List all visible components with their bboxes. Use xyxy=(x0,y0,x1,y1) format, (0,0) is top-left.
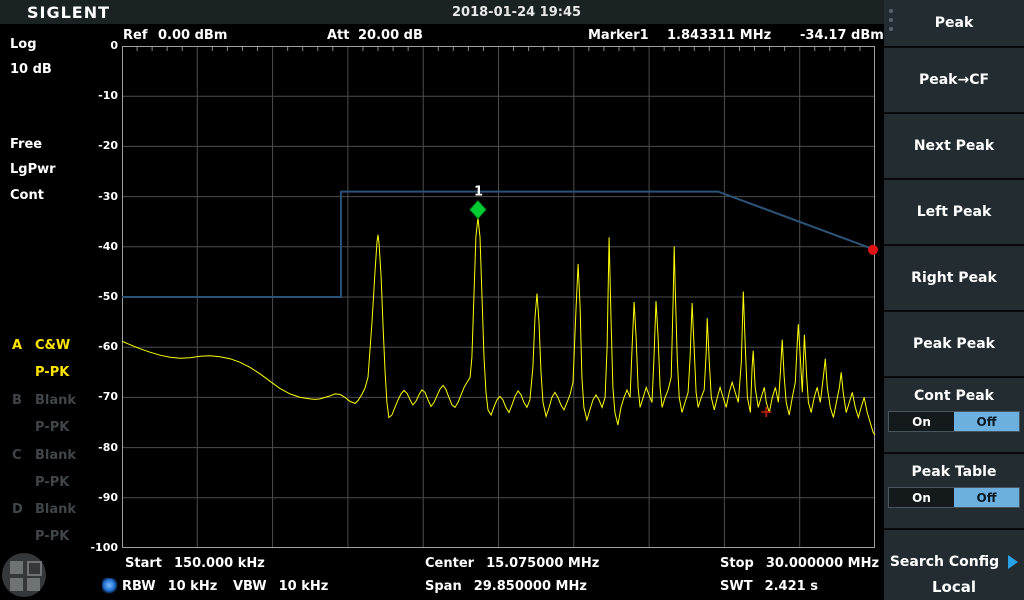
cont-peak-off-option[interactable]: Off xyxy=(954,412,1019,431)
marker1-diamond[interactable] xyxy=(470,201,486,219)
softkey-label: Peak→CF xyxy=(919,72,989,88)
center-label: Center xyxy=(425,556,474,571)
y-tick-label: -80 xyxy=(70,441,118,454)
trace-mode: C&W xyxy=(35,338,70,353)
y-tick-label: -20 xyxy=(70,139,118,152)
y-tick-label: -50 xyxy=(70,290,118,303)
vbw-label: VBW xyxy=(233,579,267,594)
softkey-label: Peak Table xyxy=(912,464,997,480)
vbw-value: 10 kHz xyxy=(279,579,329,594)
softkey-peak-table[interactable]: Peak Table OnOff xyxy=(884,454,1024,528)
att-value[interactable]: 20.00 dB xyxy=(358,28,423,43)
softkey-cont-peak[interactable]: Cont Peak OnOff xyxy=(884,378,1024,452)
softkey-label: Peak xyxy=(935,15,974,31)
y-tick-label: -30 xyxy=(70,190,118,203)
limit-end-dot xyxy=(868,245,878,255)
brand-logo: SIGLENT xyxy=(27,3,110,22)
peak-table-toggle: OnOff xyxy=(888,487,1020,508)
trace-id: A xyxy=(12,338,35,353)
trace-a-status: AC&W P-PK xyxy=(12,338,70,392)
softkey-label: Search Config xyxy=(890,554,999,570)
trace-d-status: DBlankP-PK xyxy=(12,502,76,556)
analyzer-screen: SIGLENT 2018-01-24 19:45 Ref 0.00 dBm At… xyxy=(0,0,1024,600)
center-freq-readout[interactable]: Center 15.075000 MHz xyxy=(425,556,599,571)
submenu-arrow-icon xyxy=(1008,555,1018,569)
y-tick-label: 0 xyxy=(70,39,118,52)
trace-mode: Blank xyxy=(35,502,76,517)
span-value: 29.850000 MHz xyxy=(474,579,587,594)
swt-readout[interactable]: SWT 2.421 s xyxy=(720,579,818,594)
softkey-left-peak[interactable]: Left Peak xyxy=(884,180,1024,244)
start-freq-readout[interactable]: Start 150.000 kHz xyxy=(125,556,265,571)
marker1-number-label: 1 xyxy=(474,185,483,200)
scale-type-label[interactable]: Log xyxy=(10,37,37,52)
softkey-right-peak[interactable]: Right Peak xyxy=(884,246,1024,310)
top-bar: SIGLENT 2018-01-24 19:45 xyxy=(0,0,884,24)
swt-value: 2.421 s xyxy=(765,579,818,594)
y-tick-label: -90 xyxy=(70,491,118,504)
cont-peak-toggle: OnOff xyxy=(888,411,1020,432)
trace-detector: P-PK xyxy=(12,475,76,502)
span-readout[interactable]: Span 29.850000 MHz xyxy=(425,579,587,594)
start-value: 150.000 kHz xyxy=(174,556,265,571)
rbw-readout[interactable]: RBW 10 kHz xyxy=(122,579,217,594)
peak-table-on-option[interactable]: On xyxy=(889,488,954,507)
softkey-label: Peak Peak xyxy=(913,336,995,352)
rbw-indicator-dot xyxy=(102,578,118,594)
menu-dots-icon xyxy=(889,9,893,31)
vbw-readout[interactable]: VBW 10 kHz xyxy=(233,579,328,594)
softkey-label: Cont Peak xyxy=(914,388,994,404)
marker-readout-label: Marker1 xyxy=(588,28,649,43)
scale-div-label[interactable]: 10 dB xyxy=(10,62,52,77)
rbw-value: 10 kHz xyxy=(168,579,218,594)
softkey-label: Next Peak xyxy=(914,138,994,154)
y-tick-label: -70 xyxy=(70,390,118,403)
softkey-next-peak[interactable]: Next Peak xyxy=(884,114,1024,178)
swt-label: SWT xyxy=(720,579,753,594)
stop-label: Stop xyxy=(720,556,754,571)
span-label: Span xyxy=(425,579,462,594)
softkey-peak-cf[interactable]: Peak→CF xyxy=(884,48,1024,112)
marker-readout-freq: 1.843311 MHz xyxy=(667,28,771,43)
marker-readout-amp: -34.17 dBm xyxy=(800,28,884,43)
stop-value: 30.000000 MHz xyxy=(766,556,879,571)
trace-detector: P-PK xyxy=(12,365,70,392)
y-tick-label: -60 xyxy=(70,340,118,353)
softkey-peak[interactable]: Peak xyxy=(884,0,1024,46)
att-label: Att xyxy=(327,28,350,43)
rbw-label: RBW xyxy=(122,579,156,594)
sweep-label[interactable]: Cont xyxy=(10,188,44,203)
trace-b-status: BBlankP-PK xyxy=(12,393,76,447)
trace-detector: P-PK xyxy=(12,420,76,447)
trigger-label[interactable]: Free xyxy=(10,137,42,152)
peak-table-off-option[interactable]: Off xyxy=(954,488,1019,507)
center-value: 15.075000 MHz xyxy=(486,556,599,571)
spectrum-plot[interactable]: 1 xyxy=(122,46,875,548)
local-button[interactable]: Local xyxy=(884,574,1024,600)
softkey-peak-peak[interactable]: Peak Peak xyxy=(884,312,1024,376)
softkey-label: Left Peak xyxy=(917,204,992,220)
softkey-label: Right Peak xyxy=(911,270,997,286)
power-label[interactable]: LgPwr xyxy=(10,162,56,177)
trace-id: D xyxy=(12,502,35,517)
ref-label: Ref xyxy=(123,28,147,43)
ref-value[interactable]: 0.00 dBm xyxy=(158,28,227,43)
y-tick-label: -100 xyxy=(70,541,118,554)
y-tick-label: -10 xyxy=(70,89,118,102)
trace-id: B xyxy=(12,393,35,408)
datetime-display: 2018-01-24 19:45 xyxy=(452,5,581,20)
screenshot-icon[interactable] xyxy=(2,553,46,597)
y-tick-label: -40 xyxy=(70,240,118,253)
cont-peak-on-option[interactable]: On xyxy=(889,412,954,431)
stop-freq-readout[interactable]: Stop 30.000000 MHz xyxy=(720,556,879,571)
start-label: Start xyxy=(125,556,162,571)
trace-id: C xyxy=(12,448,35,463)
softkey-menu: Peak Peak→CF Next Peak Left Peak Right Peak P… xyxy=(884,0,1024,600)
trace-c-status: CBlankP-PK xyxy=(12,448,76,502)
